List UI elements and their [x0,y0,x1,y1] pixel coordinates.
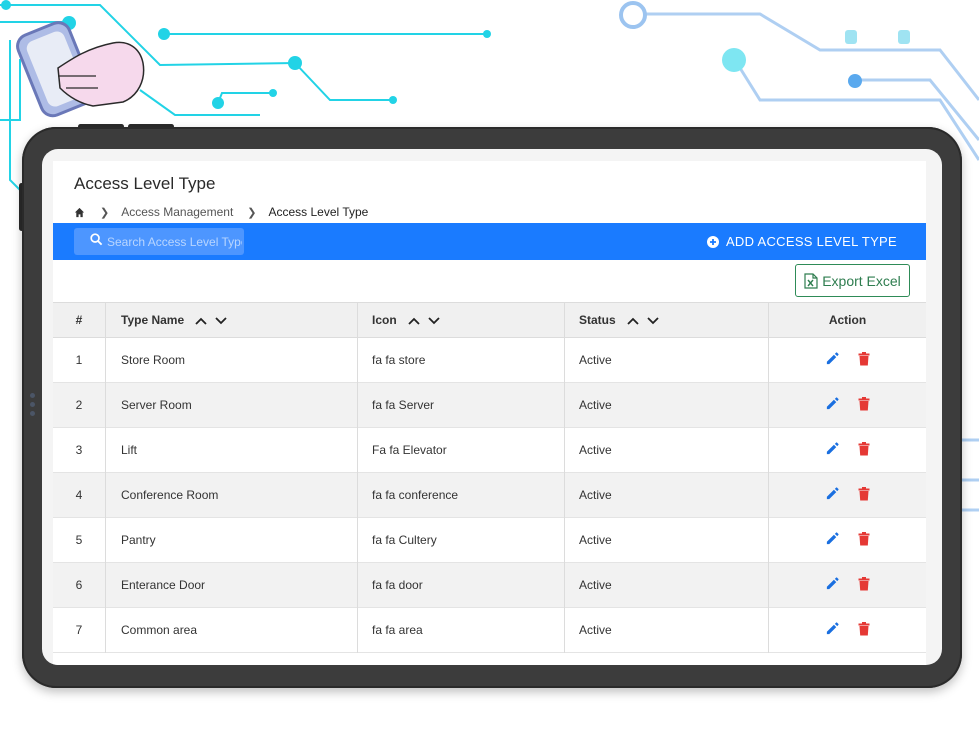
cell-icon: fa fa conference [357,472,565,518]
delete-icon[interactable] [858,351,870,369]
toolbar: ADD ACCESS LEVEL TYPE [53,223,926,260]
excel-icon [804,272,818,289]
breadcrumb-item-access-management[interactable]: Access Management [121,205,233,219]
edit-icon[interactable] [825,351,840,369]
edit-icon[interactable] [825,441,840,459]
cell-icon: fa fa Cultery [357,517,565,563]
cell-number: 2 [53,382,106,428]
edit-icon[interactable] [825,621,840,639]
cell-status: Active [564,427,769,473]
cell-action [769,428,927,473]
page-title: Access Level Type [74,174,216,193]
sort-down-icon[interactable] [428,317,440,325]
cell-icon: fa fa Server [357,382,565,428]
tablet-screen: Access Level Type ❯ Access Management ❯ … [42,149,942,665]
column-header-action: Action [768,302,926,338]
table-row: 3 Lift Fa fa Elevator Active [53,427,927,473]
edit-icon[interactable] [825,396,840,414]
breadcrumb-item-current: Access Level Type [268,205,369,219]
cell-number: 4 [53,472,106,518]
search-icon [90,232,103,251]
cell-action [769,608,927,653]
column-header-icon[interactable]: Icon [357,302,565,338]
cell-status: Active [564,337,769,383]
add-circle-icon [706,235,719,248]
cell-icon: Fa fa Elevator [357,427,565,473]
edit-icon[interactable] [825,576,840,594]
delete-icon[interactable] [858,486,870,504]
column-header-label: Icon [372,313,397,327]
edit-icon[interactable] [825,486,840,504]
delete-icon[interactable] [858,576,870,594]
sort-up-icon[interactable] [195,317,208,325]
search-input[interactable] [103,234,242,249]
cell-type-name: Lift [105,427,358,473]
cell-icon: fa fa area [357,607,565,653]
table-row: 2 Server Room fa fa Server Active [53,382,927,428]
sort-up-icon[interactable] [627,317,639,325]
cell-type-name: Server Room [105,382,358,428]
chevron-right-icon: ❯ [247,206,257,219]
column-header-label: Type Name [121,313,185,327]
column-header-type-name[interactable]: Type Name [105,302,358,338]
cell-action [769,473,927,518]
add-button-label: ADD ACCESS LEVEL TYPE [725,234,897,249]
export-excel-label: Export Excel [822,272,901,289]
column-header-status[interactable]: Status [564,302,769,338]
table-row: 4 Conference Room fa fa conference Active [53,472,927,518]
breadcrumb: ❯ Access Management ❯ Access Level Type [74,205,368,219]
chevron-right-icon: ❯ [100,206,110,219]
export-excel-button[interactable]: Export Excel [795,264,910,297]
cell-type-name: Store Room [105,337,358,383]
cell-status: Active [564,517,769,563]
table-row: 7 Common area fa fa area Active [53,607,927,653]
cell-status: Active [564,382,769,428]
sort-down-icon[interactable] [215,317,228,325]
delete-icon[interactable] [858,531,870,549]
cell-number: 3 [53,427,106,473]
cell-action [769,338,927,383]
table-row: 1 Store Room fa fa store Active [53,337,927,383]
column-header-label: Status [579,313,616,327]
cell-number: 7 [53,607,106,653]
delete-icon[interactable] [858,621,870,639]
cell-type-name: Pantry [105,517,358,563]
cell-status: Active [564,562,769,608]
access-level-type-table: # Type Name Icon Status Action 1 Store R… [53,302,926,653]
cell-action [769,563,927,608]
cell-status: Active [564,607,769,653]
table-header-row: # Type Name Icon Status Action [53,302,926,338]
cell-number: 6 [53,562,106,608]
search-box[interactable] [74,228,244,255]
cell-type-name: Enterance Door [105,562,358,608]
cell-icon: fa fa door [357,562,565,608]
content-panel: Access Level Type ❯ Access Management ❯ … [53,161,926,665]
cell-number: 5 [53,517,106,563]
edit-icon[interactable] [825,531,840,549]
cell-status: Active [564,472,769,518]
table-body: 1 Store Room fa fa store Active 2 Server Room… [53,337,927,653]
sort-down-icon[interactable] [647,317,659,325]
table-row: 6 Enterance Door fa fa door Active [53,562,927,608]
cell-type-name: Conference Room [105,472,358,518]
cell-icon: fa fa store [357,337,565,383]
cell-type-name: Common area [105,607,358,653]
delete-icon[interactable] [858,441,870,459]
home-icon[interactable] [74,206,86,218]
add-access-level-type-button[interactable]: ADD ACCESS LEVEL TYPE [706,223,897,260]
table-row: 5 Pantry fa fa Cultery Active [53,517,927,563]
camera-dots [30,393,36,420]
column-header-number: # [53,302,106,338]
cell-action [769,518,927,563]
delete-icon[interactable] [858,396,870,414]
cell-action [769,383,927,428]
cell-number: 1 [53,337,106,383]
sort-up-icon[interactable] [408,317,420,325]
